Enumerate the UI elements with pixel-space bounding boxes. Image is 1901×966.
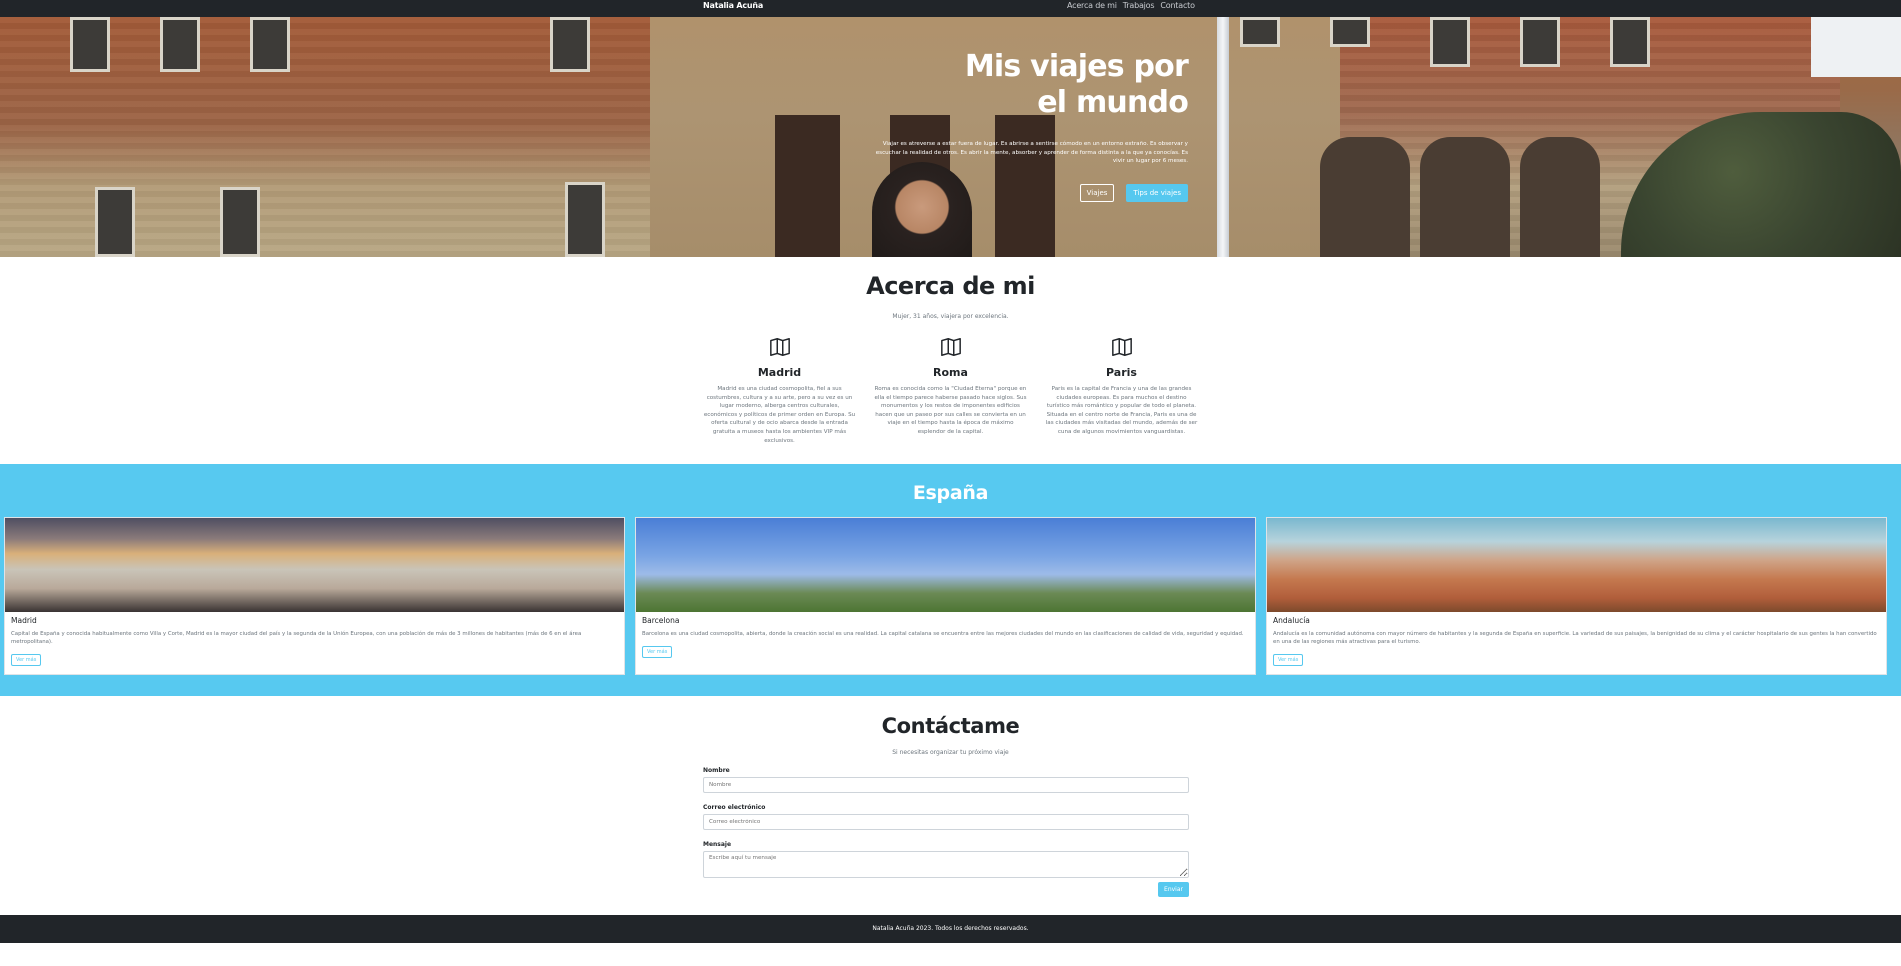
hero-title: Mis viajes por el mundo (964, 49, 1189, 120)
feature-title: Madrid (757, 366, 802, 379)
ver-mas-button[interactable]: Ver más (642, 646, 673, 658)
map-icon (1111, 338, 1132, 356)
card-madrid: Madrid Capital de España y conocida habi… (4, 517, 625, 675)
nav-link-trabajos[interactable]: Trabajos (1123, 1, 1155, 10)
hero-bg-window (1240, 17, 1280, 47)
hero-portrait (872, 162, 972, 257)
hero-bg-window (95, 187, 135, 257)
hero-bg-window (1610, 17, 1650, 67)
card-image-madrid (5, 518, 624, 612)
viajes-button[interactable]: Viajes (1079, 184, 1115, 202)
card-text: Barcelona es una ciudad cosmopolita, abi… (642, 631, 1244, 637)
hero-bg-sky (1811, 17, 1901, 77)
card-title: Barcelona (642, 616, 680, 625)
hero-bg-lamppost (1217, 17, 1229, 257)
card-body: Barcelona Barcelona es una ciudad cosmop… (636, 612, 1255, 662)
submit-row: Enviar (703, 882, 1189, 897)
card-barcelona: Barcelona Barcelona es una ciudad cosmop… (635, 517, 1256, 675)
contact-subtitle: Si necesitas organizar tu próximo viaje (892, 749, 1009, 756)
footer-text: Natalia Acuña 2023. Todos los derechos r… (872, 925, 1029, 932)
feature-title: Paris (1106, 366, 1137, 379)
footer: Natalia Acuña 2023. Todos los derechos r… (0, 915, 1901, 943)
hero-buttons: Viajes Tips de viajes (1079, 184, 1188, 202)
about-subtitle: Mujer, 31 años, viajera por excelencia. (892, 313, 1009, 320)
feature-text: Roma es conocida como la "Ciudad Eterna"… (874, 386, 1027, 435)
message-textarea[interactable] (703, 851, 1189, 878)
card-image-barcelona (636, 518, 1255, 612)
contact-form: Nombre Correo electrónico Mensaje Enviar (703, 767, 1189, 897)
nav-link-acerca[interactable]: Acerca de mi (1067, 1, 1117, 10)
email-group: Correo electrónico (703, 804, 1189, 830)
hero-bg-window (1520, 17, 1560, 67)
hero-bg-window (220, 187, 260, 257)
hero-bg-arch (1320, 137, 1410, 257)
map-icon (769, 338, 790, 356)
card-body: Madrid Capital de España y conocida habi… (5, 612, 624, 670)
card-body: Andalucía Andalucía es la comunidad autó… (1267, 612, 1886, 670)
hero-bg-window (1430, 17, 1470, 67)
contact-title: Contáctame (881, 714, 1020, 738)
navbar: Natalia Acuña Acerca de mi Trabajos Cont… (0, 0, 1901, 17)
feature-madrid: Madrid Madrid es una ciudad cosmopolita,… (703, 336, 856, 445)
hero-bg-window (70, 17, 110, 72)
about-features: Madrid Madrid es una ciudad cosmopolita,… (703, 336, 1198, 445)
nav-links: Acerca de mi Trabajos Contacto (1067, 1, 1195, 10)
hero-bg-arch (1520, 137, 1600, 257)
feature-roma: Roma Roma es conocida como la "Ciudad Et… (874, 336, 1027, 445)
name-input[interactable] (703, 777, 1189, 793)
message-group: Mensaje (703, 841, 1189, 878)
hero-section: Mis viajes por el mundo Viajar es atreve… (0, 17, 1901, 257)
feature-text: Paris es la capital de Francia y una de … (1045, 386, 1198, 435)
name-label: Nombre (703, 767, 730, 774)
map-icon (940, 338, 961, 356)
spain-section: España Madrid Capital de España y conoci… (0, 464, 1901, 696)
hero-bg-window (160, 17, 200, 72)
hero-description: Viajar es atreverse a estar fuera de lug… (875, 141, 1188, 165)
feature-title: Roma (933, 366, 968, 379)
hero-bg-door (775, 115, 840, 257)
card-andalucia: Andalucía Andalucía es la comunidad autó… (1266, 517, 1887, 675)
hero-bg-window (1330, 17, 1370, 47)
about-title: Acerca de mi (866, 272, 1035, 300)
feature-paris: Paris Paris es la capital de Francia y u… (1045, 336, 1198, 445)
hero-bg-window (565, 182, 605, 257)
hero-bg-arch (1420, 137, 1510, 257)
enviar-button[interactable]: Enviar (1158, 882, 1189, 897)
ver-mas-button[interactable]: Ver más (11, 654, 42, 666)
card-title: Andalucía (1273, 616, 1310, 625)
spain-title: España (912, 482, 989, 504)
card-title: Madrid (11, 616, 37, 625)
ver-mas-button[interactable]: Ver más (1273, 654, 1304, 666)
message-label: Mensaje (703, 841, 732, 848)
email-input[interactable] (703, 814, 1189, 830)
card-image-andalucia (1267, 518, 1886, 612)
hero-bg-door (995, 115, 1055, 257)
nav-link-contacto[interactable]: Contacto (1160, 1, 1195, 10)
brand-link[interactable]: Natalia Acuña (703, 1, 763, 10)
email-label: Correo electrónico (703, 804, 766, 811)
name-group: Nombre (703, 767, 1189, 793)
card-text: Andalucía es la comunidad autónoma con m… (1273, 631, 1877, 645)
feature-text: Madrid es una ciudad cosmopolita, fiel a… (703, 386, 856, 444)
tips-de-viajes-button[interactable]: Tips de viajes (1126, 184, 1188, 202)
hero-bg-window (550, 17, 590, 72)
card-text: Capital de España y conocida habitualmen… (11, 631, 582, 645)
hero-bg-window (250, 17, 290, 72)
